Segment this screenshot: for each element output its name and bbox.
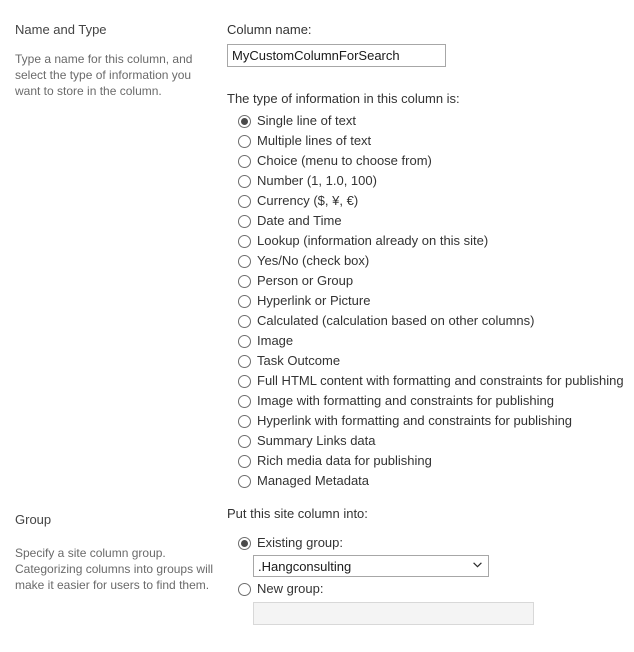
column-type-radio[interactable]	[238, 314, 251, 328]
column-type-option[interactable]: Managed Metadata	[227, 471, 634, 491]
column-type-radio[interactable]	[238, 174, 251, 188]
group-heading: Group	[15, 512, 52, 527]
column-type-radio[interactable]	[238, 334, 251, 348]
column-type-option-label[interactable]: Image with formatting and constraints fo…	[257, 393, 554, 409]
column-type-radio[interactable]	[238, 154, 251, 168]
name-and-type-description: Type a name for this column, and select …	[15, 52, 193, 98]
column-type-radio[interactable]	[238, 274, 251, 288]
column-type-option[interactable]: Image	[227, 331, 634, 351]
group-description-pane: Group Specify a site column group. Categ…	[0, 506, 214, 593]
create-site-column-form: Name and Type Type a name for this colum…	[0, 0, 634, 652]
column-type-radio[interactable]	[238, 434, 251, 448]
column-type-option-label[interactable]: Choice (menu to choose from)	[257, 153, 432, 169]
existing-group-radio[interactable]	[238, 536, 251, 550]
new-group-label[interactable]: New group:	[257, 581, 323, 597]
new-group-radio[interactable]	[238, 582, 251, 596]
column-type-option[interactable]: Rich media data for publishing	[227, 451, 634, 471]
column-type-option[interactable]: Yes/No (check box)	[227, 251, 634, 271]
group-choice-block: Existing group: .Hangconsulting New grou…	[227, 533, 634, 625]
group-description: Specify a site column group. Categorizin…	[15, 546, 214, 592]
column-type-option-label[interactable]: Single line of text	[257, 113, 356, 129]
column-type-radio[interactable]	[238, 254, 251, 268]
column-type-radio[interactable]	[238, 194, 251, 208]
column-type-option-label[interactable]: Task Outcome	[257, 353, 340, 369]
column-type-radio[interactable]	[238, 374, 251, 388]
column-type-option[interactable]: Single line of text	[227, 111, 634, 131]
column-type-option-label[interactable]: Date and Time	[257, 213, 342, 229]
column-name-label: Column name:	[227, 22, 312, 37]
column-type-block: The type of information in this column i…	[227, 91, 634, 491]
column-type-option[interactable]: Lookup (information already on this site…	[227, 231, 634, 251]
column-type-option-label[interactable]: Image	[257, 333, 293, 349]
column-type-option-label[interactable]: Hyperlink with formatting and constraint…	[257, 413, 572, 429]
column-type-option[interactable]: Summary Links data	[227, 431, 634, 451]
new-group-input-wrap	[253, 602, 634, 625]
column-type-option[interactable]: Calculated (calculation based on other c…	[227, 311, 634, 331]
column-type-radio[interactable]	[238, 454, 251, 468]
column-type-option[interactable]: Currency ($, ¥, €)	[227, 191, 634, 211]
column-name-input[interactable]	[227, 44, 446, 67]
column-type-option-label[interactable]: Number (1, 1.0, 100)	[257, 173, 377, 189]
name-and-type-description-pane: Name and Type Type a name for this colum…	[0, 22, 214, 99]
column-type-option[interactable]: Full HTML content with formatting and co…	[227, 371, 634, 391]
column-type-radio[interactable]	[238, 134, 251, 148]
column-type-label: The type of information in this column i…	[227, 91, 460, 106]
group-section: Group Specify a site column group. Categ…	[0, 506, 634, 625]
put-site-column-into-label: Put this site column into:	[227, 506, 368, 521]
column-type-radio[interactable]	[238, 294, 251, 308]
column-type-option[interactable]: Choice (menu to choose from)	[227, 151, 634, 171]
column-type-radio[interactable]	[238, 474, 251, 488]
name-and-type-heading: Name and Type	[15, 22, 107, 37]
column-type-option[interactable]: Image with formatting and constraints fo…	[227, 391, 634, 411]
column-type-option[interactable]: Hyperlink or Picture	[227, 291, 634, 311]
column-type-option[interactable]: Person or Group	[227, 271, 634, 291]
column-type-option-label[interactable]: Yes/No (check box)	[257, 253, 369, 269]
existing-group-row[interactable]: Existing group:	[238, 533, 634, 553]
column-type-option-label[interactable]: Summary Links data	[257, 433, 376, 449]
column-type-radio[interactable]	[238, 394, 251, 408]
column-type-option[interactable]: Number (1, 1.0, 100)	[227, 171, 634, 191]
column-type-option-label[interactable]: Lookup (information already on this site…	[257, 233, 488, 249]
column-type-option-label[interactable]: Hyperlink or Picture	[257, 293, 370, 309]
column-type-option-label[interactable]: Currency ($, ¥, €)	[257, 193, 358, 209]
name-and-type-section: Name and Type Type a name for this colum…	[0, 22, 634, 491]
column-type-option-label[interactable]: Full HTML content with formatting and co…	[257, 373, 624, 389]
name-and-type-fields-pane: Column name: The type of information in …	[214, 22, 634, 491]
column-type-radio[interactable]	[238, 114, 251, 128]
existing-group-select[interactable]: .Hangconsulting	[253, 555, 489, 577]
column-type-option-label[interactable]: Calculated (calculation based on other c…	[257, 313, 535, 329]
column-type-option[interactable]: Date and Time	[227, 211, 634, 231]
column-type-option[interactable]: Multiple lines of text	[227, 131, 634, 151]
column-type-option[interactable]: Task Outcome	[227, 351, 634, 371]
column-type-radio[interactable]	[238, 214, 251, 228]
column-type-option-label[interactable]: Managed Metadata	[257, 473, 369, 489]
existing-group-label[interactable]: Existing group:	[257, 535, 343, 551]
group-fields-pane: Put this site column into: Existing grou…	[214, 506, 634, 625]
column-type-option-label[interactable]: Person or Group	[257, 273, 353, 289]
new-group-input[interactable]	[253, 602, 534, 625]
column-type-radio[interactable]	[238, 354, 251, 368]
column-type-option[interactable]: Hyperlink with formatting and constraint…	[227, 411, 634, 431]
column-type-radio[interactable]	[238, 234, 251, 248]
existing-group-select-wrap: .Hangconsulting	[253, 555, 489, 577]
column-type-radio[interactable]	[238, 414, 251, 428]
column-type-radio-list: Single line of text Multiple lines of tex…	[227, 111, 634, 491]
column-type-option-label[interactable]: Multiple lines of text	[257, 133, 371, 149]
new-group-row[interactable]: New group:	[238, 579, 634, 599]
column-type-option-label[interactable]: Rich media data for publishing	[257, 453, 432, 469]
